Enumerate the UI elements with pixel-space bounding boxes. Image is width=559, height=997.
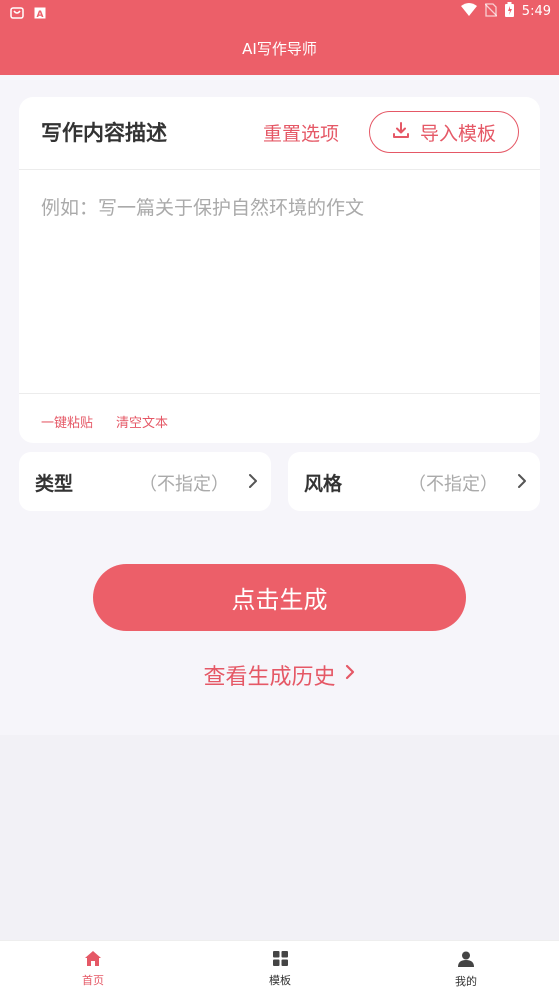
tab-templates[interactable]: 模板 xyxy=(250,951,310,988)
type-selector[interactable]: 类型 （不指定） xyxy=(19,452,271,511)
battery-icon xyxy=(504,2,514,21)
view-history-link[interactable]: 查看生成历史 xyxy=(0,659,559,691)
wifi-icon xyxy=(460,3,477,20)
paste-button[interactable]: 一键粘贴 xyxy=(41,412,93,431)
tab-home[interactable]: 首页 xyxy=(63,951,123,988)
type-label: 类型 xyxy=(35,473,74,495)
status-time: 5:49 xyxy=(521,4,551,19)
tab-home-label: 首页 xyxy=(82,974,104,987)
style-label: 风格 xyxy=(304,473,343,495)
description-input[interactable] xyxy=(41,193,521,393)
notification-a-icon: A xyxy=(34,4,46,23)
grid-icon xyxy=(250,951,310,966)
person-icon xyxy=(436,951,496,967)
reset-options-button[interactable]: 重置选项 xyxy=(263,119,339,146)
download-icon xyxy=(392,121,410,144)
card-title: 写作内容描述 xyxy=(41,121,167,145)
bottom-tab-bar: 首页 模板 我的 xyxy=(0,940,559,997)
style-value: （不指定） xyxy=(408,474,498,495)
notification-bag-icon xyxy=(10,4,24,23)
type-value: （不指定） xyxy=(139,474,229,495)
chevron-right-icon xyxy=(245,470,261,492)
app-title: AI写作导师 xyxy=(242,40,317,58)
tab-templates-label: 模板 xyxy=(269,974,291,987)
view-history-label: 查看生成历史 xyxy=(203,665,336,690)
tab-profile-label: 我的 xyxy=(455,975,477,988)
chevron-right-icon xyxy=(514,470,530,492)
no-sim-icon xyxy=(484,2,498,21)
import-template-label: 导入模板 xyxy=(419,122,496,145)
svg-text:A: A xyxy=(37,10,44,19)
divider xyxy=(19,169,540,170)
divider xyxy=(19,393,540,394)
chevron-right-icon xyxy=(344,662,356,688)
generate-button[interactable]: 点击生成 xyxy=(93,564,466,631)
app-header: A 5:49 AI写作导师 xyxy=(0,0,559,75)
clear-text-button[interactable]: 清空文本 xyxy=(116,412,168,431)
import-template-button[interactable]: 导入模板 xyxy=(369,111,519,153)
home-icon xyxy=(63,951,123,966)
style-selector[interactable]: 风格 （不指定） xyxy=(288,452,540,511)
tab-profile[interactable]: 我的 xyxy=(436,951,496,989)
status-bar: A 5:49 xyxy=(0,0,559,24)
description-card: 写作内容描述 重置选项 导入模板 一键粘贴 清空文本 xyxy=(19,97,540,443)
